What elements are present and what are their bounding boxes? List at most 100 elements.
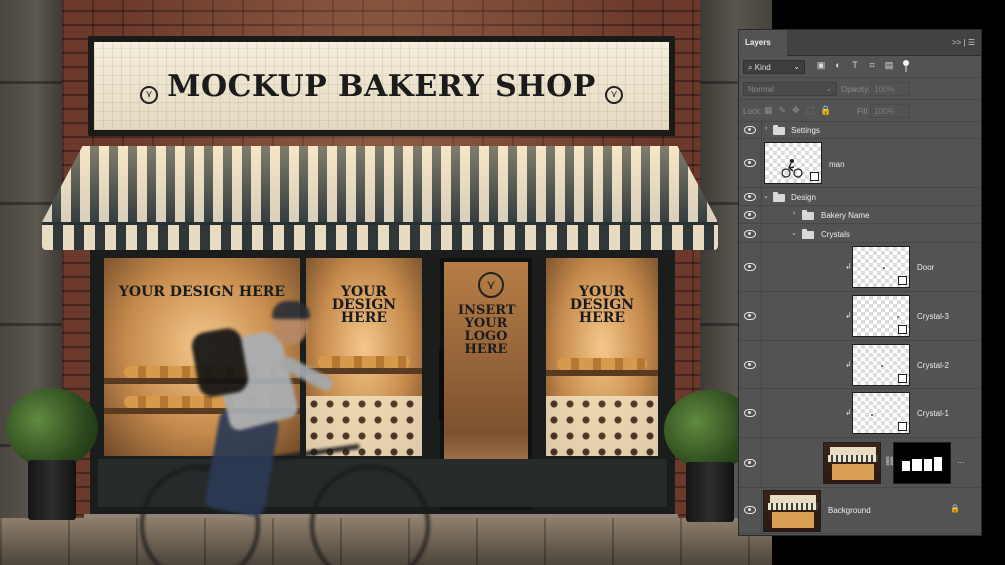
chevron-down-icon[interactable]: ⌄ [791, 229, 799, 237]
filter-row: ⌕ Kind ⌄ ▣ ◐ T ⌗ ▤ [739, 56, 981, 78]
striped-awning [42, 146, 718, 252]
door-handle [439, 350, 444, 420]
visibility-eye-icon[interactable] [744, 506, 756, 514]
filter-kind-select[interactable]: ⌕ Kind ⌄ [743, 60, 805, 74]
layer-thumbnail [852, 392, 910, 434]
layer-crystal-1[interactable]: ↲ Crystal-1 [739, 389, 981, 438]
wheat-emblem-icon: ⋎ [478, 272, 504, 298]
smart-object-badge-icon [898, 325, 907, 334]
layer-name: Crystal-1 [917, 409, 950, 418]
layer-settings[interactable]: › Settings [739, 120, 981, 139]
panel-menu-icon[interactable]: >> | ☰ [952, 38, 975, 47]
layer-thumbnail [763, 490, 821, 532]
visibility-eye-icon[interactable] [744, 263, 756, 271]
layer-name: Crystal-2 [917, 361, 950, 370]
window-right: YOUR DESIGN HERE [546, 258, 658, 456]
visibility-eye-icon[interactable] [744, 159, 756, 167]
opacity-field[interactable]: 100% [870, 82, 910, 96]
adjustment-filter-icon[interactable]: ◐ [832, 60, 844, 71]
window-right-text: YOUR DESIGN HERE [569, 284, 635, 326]
layer-crystal-2[interactable]: ↲ Crystal-2 [739, 341, 981, 389]
layer-name: Crystal-3 [917, 312, 950, 321]
fill-label: Fill: [857, 107, 870, 116]
visibility-eye-icon[interactable] [744, 211, 756, 219]
image-filter-icon[interactable]: ▣ [815, 60, 827, 71]
folder-icon [802, 229, 814, 239]
search-icon: ⌕ [748, 63, 755, 72]
canvas-image: ⋎ MOCKUP BAKERY SHOP ⋎ YOUR DESIGN HERE … [0, 0, 772, 565]
layer-thumbnail [852, 344, 910, 386]
lock-paint-icon[interactable]: ✎ [779, 105, 787, 116]
tab-layers[interactable]: Layers [739, 30, 787, 56]
cyclist-thumbnail-icon [781, 159, 803, 178]
panel-tabbar: Layers >> | ☰ [739, 30, 981, 56]
sign-title: MOCKUP BAKERY SHOP [167, 68, 596, 104]
layer-name: Door [917, 263, 935, 272]
smart-object-filter-icon[interactable]: ▤ [883, 60, 895, 71]
lock-artboard-icon[interactable]: ⬚ [806, 105, 815, 116]
shape-filter-icon[interactable]: ⌗ [866, 60, 878, 71]
blurred-cyclist [140, 301, 430, 565]
layers-panel: Layers >> | ☰ ⌕ Kind ⌄ ▣ ◐ T ⌗ ▤ Normal … [738, 29, 982, 536]
clipping-arrow-icon: ↲ [845, 360, 852, 369]
lock-position-icon[interactable]: ✥ [792, 105, 800, 116]
chevron-down-icon: ⌄ [793, 62, 800, 71]
smart-object-badge-icon [898, 422, 907, 431]
chevron-right-icon[interactable]: › [765, 125, 773, 132]
layer-man[interactable]: man [739, 139, 981, 188]
lock-label: Lock: [743, 107, 763, 116]
shop-sign: ⋎ MOCKUP BAKERY SHOP ⋎ [88, 36, 675, 136]
layer-name: man [829, 160, 845, 169]
visibility-eye-icon[interactable] [744, 312, 756, 320]
layer-crystal-3[interactable]: ↲ Crystal-3 [739, 292, 981, 341]
visibility-eye-icon[interactable] [744, 230, 756, 238]
layer-name: Design [791, 193, 816, 202]
smart-object-badge-icon [810, 172, 819, 181]
clipping-arrow-icon: ↲ [845, 311, 852, 320]
chevron-down-icon[interactable]: ⌄ [763, 192, 771, 200]
visibility-eye-icon[interactable] [744, 193, 756, 201]
lock-all-icon[interactable]: 🔒 [820, 105, 831, 116]
layer-door[interactable]: ↲ Door [739, 243, 981, 292]
layer-name: Crystals [821, 230, 850, 239]
opacity-label: Opacity: [841, 85, 871, 94]
lock-icon: 🔒 [950, 504, 960, 513]
more-icon: … [957, 456, 965, 465]
layer-bakery-name[interactable]: › Bakery Name [739, 206, 981, 224]
layer-masked-image[interactable]: ⛓ … [739, 438, 981, 488]
layer-name: Bakery Name [821, 211, 870, 220]
visibility-eye-icon[interactable] [744, 361, 756, 369]
folder-icon [773, 192, 785, 202]
layer-design[interactable]: ⌄ Design [739, 188, 981, 206]
layer-thumbnail [823, 442, 881, 484]
visibility-eye-icon[interactable] [744, 459, 756, 467]
blend-row: Normal ⌄ Opacity: 100% [739, 78, 981, 100]
layer-name: Settings [791, 126, 820, 135]
chevron-right-icon[interactable]: › [793, 210, 801, 217]
wheat-emblem-icon: ⋎ [140, 86, 158, 104]
layer-thumbnail [764, 142, 822, 184]
layer-name: Background [828, 506, 871, 515]
clipping-arrow-icon: ↲ [845, 262, 852, 271]
visibility-eye-icon[interactable] [744, 126, 756, 134]
layer-thumbnail [852, 295, 910, 337]
folder-icon [773, 125, 785, 135]
layer-crystals[interactable]: ⌄ Crystals [739, 224, 981, 243]
visibility-eye-icon[interactable] [744, 409, 756, 417]
smart-object-badge-icon [898, 276, 907, 285]
chevron-down-icon: ⌄ [825, 84, 832, 93]
layer-thumbnail [852, 246, 910, 288]
layer-background[interactable]: Background 🔒 [739, 488, 981, 534]
clipping-arrow-icon: ↲ [845, 408, 852, 417]
wheat-emblem-icon: ⋎ [605, 86, 623, 104]
door-text: INSERT YOUR LOGO HERE [458, 303, 516, 357]
layer-mask-thumbnail[interactable] [893, 442, 951, 484]
lock-transparent-icon[interactable]: ▦ [764, 105, 773, 116]
blend-mode-select[interactable]: Normal ⌄ [743, 82, 837, 96]
smart-object-badge-icon [898, 374, 907, 383]
window-left-text: YOUR DESIGN HERE [118, 284, 286, 300]
type-filter-icon[interactable]: T [849, 60, 861, 71]
fill-field[interactable]: 100% [870, 104, 910, 118]
lock-row: Lock: ▦ ✎ ✥ ⬚ 🔒 Fill: 100% [739, 100, 981, 122]
folder-icon [802, 210, 814, 220]
